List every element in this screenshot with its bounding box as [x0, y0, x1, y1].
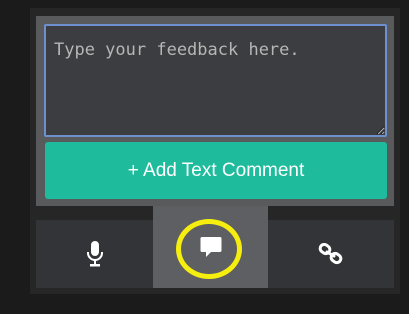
add-text-comment-button[interactable]: + Add Text Comment — [45, 142, 387, 199]
add-text-comment-label: + Add Text Comment — [127, 159, 305, 181]
tab-voice-comment[interactable] — [36, 220, 153, 288]
microphone-icon — [86, 241, 104, 267]
tab-link-comment[interactable] — [268, 220, 394, 288]
highlight-ring — [176, 219, 242, 279]
feedback-textarea[interactable] — [44, 24, 387, 137]
link-icon — [318, 243, 344, 265]
